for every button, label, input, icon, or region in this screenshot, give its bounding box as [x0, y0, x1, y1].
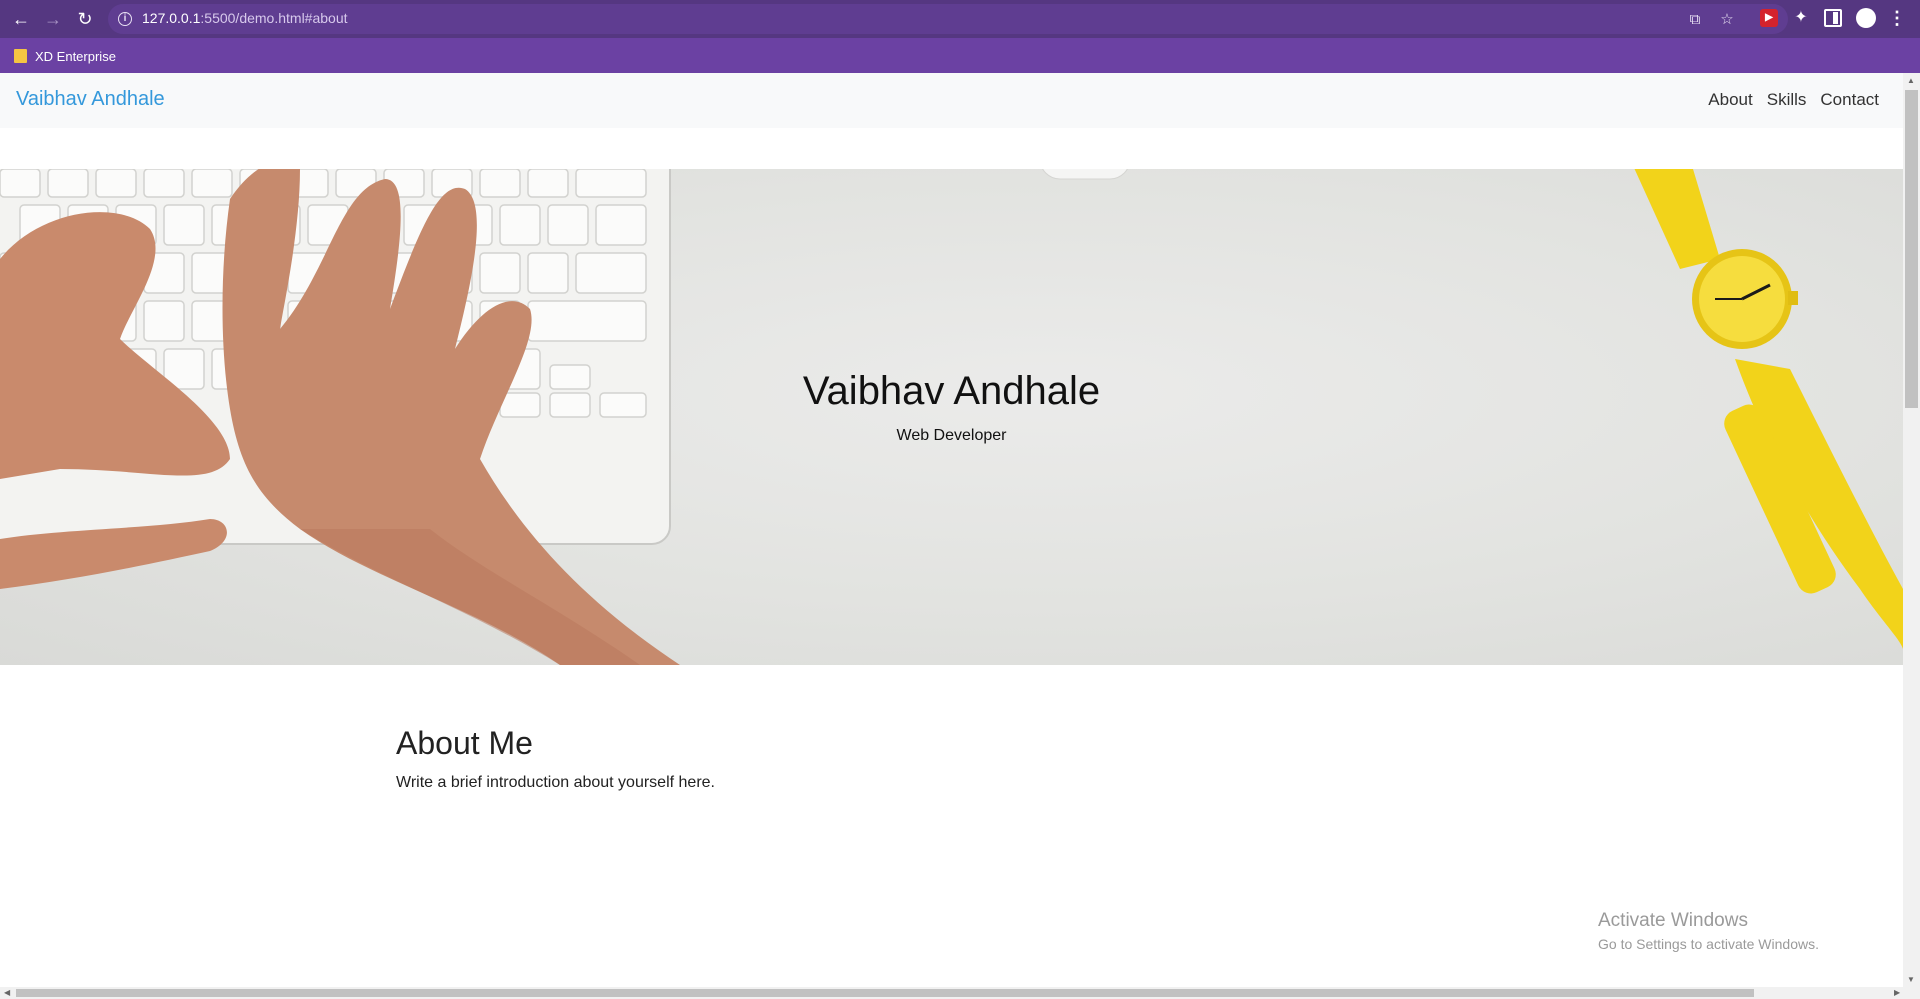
bookmarks-bar: XD Enterprise [0, 38, 1920, 73]
menu-icon[interactable]: ⋮ [1888, 9, 1906, 27]
puzzle-icon[interactable]: ✦ [1792, 9, 1810, 27]
watermark-line-1: Activate Windows [1598, 910, 1748, 931]
hero-title: Vaibhav Andhale [802, 369, 1101, 413]
about-heading: About Me [396, 725, 533, 761]
nav-link-skills[interactable]: Skills [1767, 90, 1807, 110]
hero-subtitle: Web Developer [896, 427, 1007, 444]
watermark-line-2: Go to Settings to activate Windows. [1598, 936, 1819, 952]
share-icon[interactable]: ⧉ [1686, 11, 1704, 29]
browser-toolbar: ← → ↻ i 127.0.0.1:5500/demo.html#about ⧉… [0, 0, 1920, 38]
about-text: Write a brief introduction about yoursel… [396, 774, 715, 791]
folder-icon [14, 49, 27, 63]
nav-link-contact[interactable]: Contact [1820, 90, 1879, 110]
extension-icon[interactable]: ▶ [1760, 9, 1778, 27]
star-icon[interactable]: ☆ [1718, 11, 1736, 29]
hero-banner: Vaibhav Andhale Web Developer [0, 169, 1903, 665]
side-panel-icon[interactable] [1824, 9, 1842, 27]
url-path: :5500/demo.html#about [200, 10, 348, 26]
brand-link[interactable]: Vaibhav Andhale [16, 88, 165, 111]
scroll-down-arrow-icon[interactable]: ▼ [1907, 975, 1915, 985]
scroll-up-arrow-icon[interactable]: ▲ [1907, 76, 1915, 86]
reload-icon[interactable]: ↻ [73, 7, 97, 31]
address-bar[interactable]: i 127.0.0.1:5500/demo.html#about ⧉ ☆ [108, 4, 1788, 34]
nav-links: About Skills Contact [1708, 90, 1879, 110]
horizontal-scrollbar-thumb[interactable] [16, 989, 1754, 997]
url-text[interactable]: 127.0.0.1:5500/demo.html#about [142, 10, 348, 26]
forward-arrow-icon[interactable]: → [41, 7, 65, 31]
site-navbar: Vaibhav Andhale About Skills Contact [0, 73, 1903, 128]
scroll-right-arrow-icon[interactable]: ▶ [1894, 988, 1900, 998]
hero-background-image [0, 169, 1903, 665]
back-arrow-icon[interactable]: ← [9, 7, 33, 31]
nav-link-about[interactable]: About [1708, 90, 1752, 110]
scroll-left-arrow-icon[interactable]: ◀ [4, 988, 10, 998]
bookmark-label: XD Enterprise [35, 48, 116, 64]
keyboard-illustration [0, 169, 1128, 545]
url-host: 127.0.0.1 [142, 10, 201, 26]
windows-activation-watermark: Activate Windows Go to Settings to activ… [1598, 910, 1819, 952]
bookmark-xd-enterprise[interactable]: XD Enterprise [14, 46, 116, 66]
about-section: About Me Write a brief introduction abou… [396, 725, 715, 792]
profile-icon[interactable] [1856, 8, 1876, 28]
vertical-scrollbar-thumb[interactable] [1905, 90, 1918, 408]
page-viewport: Vaibhav Andhale About Skills Contact Vai… [0, 73, 1903, 987]
info-icon[interactable]: i [118, 12, 132, 26]
